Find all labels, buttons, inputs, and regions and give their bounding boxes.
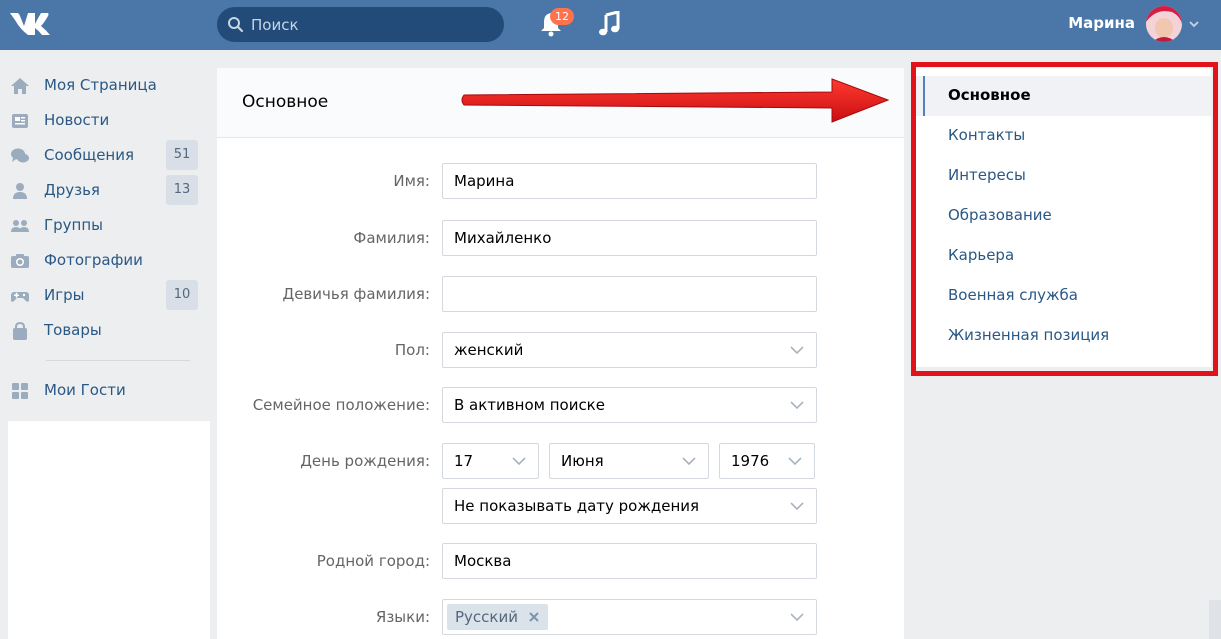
sidebar-item-goods[interactable]: Товары (8, 313, 210, 348)
sidebar-item-label: Фотографии (44, 251, 143, 269)
page-title: Основное (242, 92, 329, 112)
groups-icon (11, 220, 29, 232)
chevron-down-icon (682, 457, 696, 466)
languages-label: Языки: (375, 608, 430, 626)
sidebar-item-games[interactable]: Игры 10 (8, 278, 210, 313)
music-icon[interactable] (597, 11, 621, 37)
sidebar-item-my-page[interactable]: Моя Страница (8, 68, 210, 103)
sidebar-item-label: Товары (44, 321, 102, 339)
birthday-visibility-value: Не показывать дату рождения (454, 497, 700, 515)
sidebar-item-label: Мои Гости (44, 381, 126, 399)
annotation-arrow (461, 78, 890, 123)
relationship-select[interactable]: В активном поиске (442, 387, 817, 423)
chevron-down-icon[interactable] (1189, 20, 1199, 28)
birthday-year-value: 1976 (731, 452, 770, 470)
vk-logo-icon[interactable] (8, 9, 52, 39)
chevron-down-icon (790, 613, 804, 622)
birthday-day-value: 17 (454, 452, 474, 470)
sidebar-item-label: Друзья (44, 181, 100, 199)
sidebar-item-guests[interactable]: Мои Гости (8, 373, 210, 408)
languages-select[interactable]: Русский (442, 599, 817, 635)
gamepad-icon (11, 292, 29, 302)
birthday-label: День рождения: (300, 452, 430, 470)
language-tag-label: Русский (455, 608, 518, 626)
birthday-month-value: Июня (561, 452, 604, 470)
relationship-value: В активном поиске (454, 396, 605, 414)
gender-value: женский (454, 341, 524, 359)
gender-select[interactable]: женский (442, 332, 817, 368)
sidebar-divider (46, 360, 190, 361)
hometown-value: Москва (454, 552, 512, 570)
camera-icon (11, 254, 29, 268)
chevron-down-icon (790, 401, 804, 410)
close-icon[interactable] (528, 611, 540, 623)
sidebar-item-label: Моя Страница (44, 76, 157, 94)
games-count-badge[interactable]: 10 (166, 280, 198, 310)
sidebar-item-photos[interactable]: Фотографии (8, 243, 210, 278)
hometown-label: Родной город: (316, 552, 430, 570)
first-name-value: Марина (454, 172, 515, 190)
search-icon (228, 17, 244, 33)
birthday-visibility-select[interactable]: Не показывать дату рождения (442, 488, 817, 524)
apps-icon (12, 383, 28, 399)
birthday-month-select[interactable]: Июня (549, 443, 709, 479)
gender-label: Пол: (394, 341, 430, 359)
scrollbar-track[interactable] (1209, 600, 1221, 639)
search-input[interactable] (251, 7, 496, 42)
chevron-down-icon (790, 346, 804, 355)
friends-icon (13, 183, 27, 199)
first-name-field[interactable]: Марина (442, 163, 817, 199)
sidebar-item-friends[interactable]: Друзья 13 (8, 173, 210, 208)
sidebar-item-label: Игры (44, 286, 85, 304)
chevron-down-icon (790, 502, 804, 511)
sidebar-blank-area (8, 421, 210, 639)
notifications-badge: 12 (550, 8, 574, 25)
relationship-label: Семейное положение: (252, 396, 430, 414)
birthday-day-select[interactable]: 17 (442, 443, 539, 479)
friends-count-badge[interactable]: 13 (166, 175, 198, 205)
hometown-field[interactable]: Москва (442, 543, 817, 579)
sidebar-item-news[interactable]: Новости (8, 103, 210, 138)
sidebar-item-messages[interactable]: Сообщения 51 (8, 138, 210, 173)
sidebar-item-groups[interactable]: Группы (8, 208, 210, 243)
avatar[interactable] (1146, 6, 1182, 42)
birthday-year-select[interactable]: 1976 (719, 443, 815, 479)
chevron-down-icon (512, 457, 526, 466)
sidebar-item-label: Сообщения (44, 146, 135, 164)
maiden-name-field[interactable] (442, 276, 817, 312)
home-icon (11, 78, 29, 94)
messages-icon (11, 148, 29, 163)
messages-count-badge[interactable]: 51 (166, 140, 198, 170)
sidebar-item-label: Новости (44, 111, 110, 129)
profile-edit-panel: Основное Имя: Марина Фамилия: Михайленко… (217, 68, 904, 639)
bag-icon (13, 321, 27, 340)
sidebar-item-label: Группы (44, 216, 104, 234)
maiden-name-label: Девичья фамилия: (282, 285, 430, 303)
chevron-down-icon (788, 457, 802, 466)
last-name-field[interactable]: Михайленко (442, 220, 817, 256)
first-name-label: Имя: (393, 172, 430, 190)
last-name-label: Фамилия: (353, 229, 430, 247)
search-box[interactable] (217, 7, 504, 42)
user-name[interactable]: Марина (1068, 14, 1135, 32)
left-navigation: Моя Страница Новости Сообщения 51 Друзья… (8, 68, 210, 408)
highlight-frame (911, 62, 1218, 376)
news-icon (12, 114, 28, 128)
language-tag[interactable]: Русский (447, 604, 548, 630)
top-bar: 12 Марина (0, 0, 1221, 50)
last-name-value: Михайленко (454, 229, 552, 247)
